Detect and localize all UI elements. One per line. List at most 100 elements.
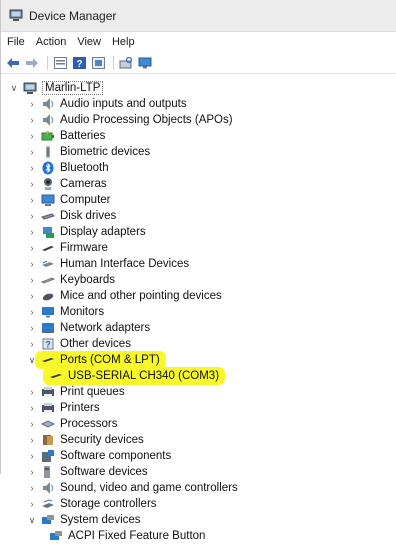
tree-item-batteries[interactable]: › Batteries — [1, 128, 396, 144]
back-arrow-icon[interactable] — [5, 55, 21, 71]
menu-file[interactable]: File — [7, 36, 25, 48]
expand-chevron-icon[interactable]: › — [27, 400, 37, 416]
tree-item-label: Sound, video and game controllers — [60, 482, 238, 494]
tree-item-system-devices[interactable]: ∨ System devices — [1, 512, 396, 528]
tree-item-label: Biometric devices — [60, 146, 151, 158]
tree-item-label: Disk drives — [60, 210, 117, 222]
menu-action[interactable]: Action — [36, 36, 67, 48]
tree-item-hid[interactable]: › Human Interface Devices — [1, 256, 396, 272]
storage-icon — [40, 496, 56, 512]
tree-item-biometric[interactable]: › Biometric devices — [1, 144, 396, 160]
expand-chevron-icon[interactable]: › — [27, 112, 37, 128]
firmware-icon — [40, 240, 56, 256]
tree-child-acpi-button[interactable]: ACPI Fixed Feature Button — [1, 528, 396, 544]
tree-item-mice[interactable]: › Mice and other pointing devices — [1, 288, 396, 304]
expand-chevron-icon[interactable]: › — [27, 336, 37, 352]
expand-chevron-icon[interactable]: › — [27, 192, 37, 208]
audio-icon — [40, 480, 56, 496]
tree-item-label: Audio inputs and outputs — [60, 98, 187, 110]
tree-item-cameras[interactable]: › Cameras — [1, 176, 396, 192]
tree-root-label: Marlin-LTP — [42, 81, 104, 95]
tree-item-label: Cameras — [60, 178, 107, 190]
expand-chevron-icon[interactable]: › — [27, 256, 37, 272]
computer-icon — [40, 192, 56, 208]
expand-chevron-icon[interactable]: › — [27, 160, 37, 176]
tree-child-usb-serial[interactable]: USB-SERIAL CH340 (COM3) — [1, 367, 396, 385]
tree-item-software-components[interactable]: › Software components — [1, 448, 396, 464]
menu-bar: File Action View Help — [1, 32, 396, 52]
tree-item-keyboards[interactable]: › Keyboards — [1, 272, 396, 288]
tree-item-display-adapters[interactable]: › Display adapters — [1, 224, 396, 240]
tree-item-apos[interactable]: › Audio Processing Objects (APOs) — [1, 112, 396, 128]
tree-item-label: Keyboards — [60, 274, 115, 286]
expand-chevron-icon[interactable]: › — [27, 272, 37, 288]
audio-icon — [40, 96, 56, 112]
help-icon[interactable]: ? — [71, 55, 87, 71]
tree-item-label: Audio Processing Objects (APOs) — [60, 114, 233, 126]
system-devices-icon — [48, 528, 64, 544]
tree-item-label: ACPI Fixed Feature Button — [68, 530, 206, 542]
monitor-icon — [40, 304, 56, 320]
expand-chevron-icon[interactable]: › — [27, 96, 37, 112]
tree-item-bluetooth[interactable]: › Bluetooth — [1, 160, 396, 176]
toolbar: ? — [1, 52, 396, 74]
tree-item-firmware[interactable]: › Firmware — [1, 240, 396, 256]
tree-item-computer[interactable]: › Computer — [1, 192, 396, 208]
tree-item-label: Security devices — [60, 434, 144, 446]
expand-chevron-icon[interactable]: › — [27, 448, 37, 464]
keyboard-icon — [40, 272, 56, 288]
tree-item-print-queues[interactable]: › Print queues — [1, 384, 396, 400]
port-icon — [48, 368, 64, 384]
toolbar-separator — [113, 55, 114, 70]
tree-item-processors[interactable]: › Processors — [1, 416, 396, 432]
tree-item-security[interactable]: › Security devices — [1, 432, 396, 448]
tree-root[interactable]: ∨ Marlin-LTP — [1, 80, 396, 96]
tree-item-storage-controllers[interactable]: › Storage controllers — [1, 496, 396, 512]
expand-chevron-icon[interactable]: › — [27, 416, 37, 432]
scan-hardware-icon[interactable] — [118, 55, 134, 71]
tree-item-sound-video-game[interactable]: › Sound, video and game controllers — [1, 480, 396, 496]
collapse-chevron-icon[interactable]: ∨ — [9, 80, 19, 96]
forward-arrow-icon[interactable] — [24, 55, 40, 71]
expand-chevron-icon[interactable]: › — [27, 480, 37, 496]
tree-item-other-devices[interactable]: › ? Other devices — [1, 336, 396, 352]
expand-chevron-icon[interactable]: › — [27, 432, 37, 448]
expand-chevron-icon[interactable]: › — [27, 240, 37, 256]
computer-icon — [22, 80, 38, 96]
expand-chevron-icon[interactable]: › — [27, 320, 37, 336]
tree-item-ports[interactable]: ∨ Ports (COM & LPT) — [1, 351, 396, 369]
disk-icon — [40, 208, 56, 224]
tree-item-printers[interactable]: › Printers — [1, 400, 396, 416]
expand-chevron-icon[interactable]: › — [27, 464, 37, 480]
expand-chevron-icon[interactable]: › — [27, 288, 37, 304]
properties-icon[interactable] — [52, 55, 68, 71]
menu-view[interactable]: View — [77, 36, 101, 48]
menu-help[interactable]: Help — [112, 36, 135, 48]
tree-item-audio-inputs[interactable]: › Audio inputs and outputs — [1, 96, 396, 112]
expand-chevron-icon[interactable]: › — [27, 304, 37, 320]
battery-icon — [40, 128, 56, 144]
update-driver-icon[interactable] — [90, 55, 106, 71]
tree-item-network[interactable]: › Network adapters — [1, 320, 396, 336]
expand-chevron-icon[interactable]: › — [27, 176, 37, 192]
tree-item-software-devices[interactable]: › Software devices — [1, 464, 396, 480]
title-bar[interactable]: Device Manager — [1, 0, 396, 32]
expand-chevron-icon[interactable]: › — [27, 224, 37, 240]
expand-chevron-icon[interactable]: › — [27, 384, 37, 400]
tree-item-disk-drives[interactable]: › Disk drives — [1, 208, 396, 224]
tree-item-monitors[interactable]: › Monitors — [1, 304, 396, 320]
tree-item-label: Software components — [60, 450, 172, 462]
tree-item-label: Other devices — [60, 338, 131, 350]
tree-item-label: Storage controllers — [60, 498, 157, 510]
software-component-icon — [40, 448, 56, 464]
expand-chevron-icon[interactable]: › — [27, 208, 37, 224]
expand-chevron-icon[interactable]: › — [27, 496, 37, 512]
software-device-icon — [40, 464, 56, 480]
port-icon — [40, 352, 56, 368]
tree-item-label: Network adapters — [60, 322, 151, 334]
expand-chevron-icon[interactable]: › — [27, 144, 37, 160]
expand-chevron-icon[interactable]: › — [27, 128, 37, 144]
monitor-icon[interactable] — [137, 55, 153, 71]
collapse-chevron-icon[interactable]: ∨ — [27, 512, 37, 528]
biometric-icon — [40, 144, 56, 160]
